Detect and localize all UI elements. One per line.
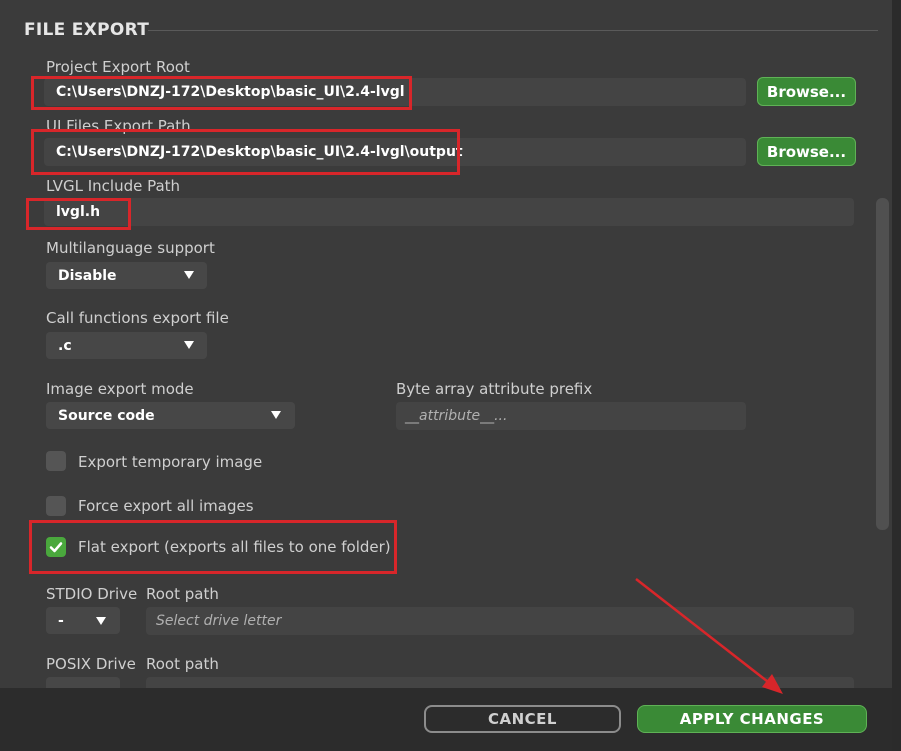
red-arrow-annotation	[635, 578, 783, 694]
